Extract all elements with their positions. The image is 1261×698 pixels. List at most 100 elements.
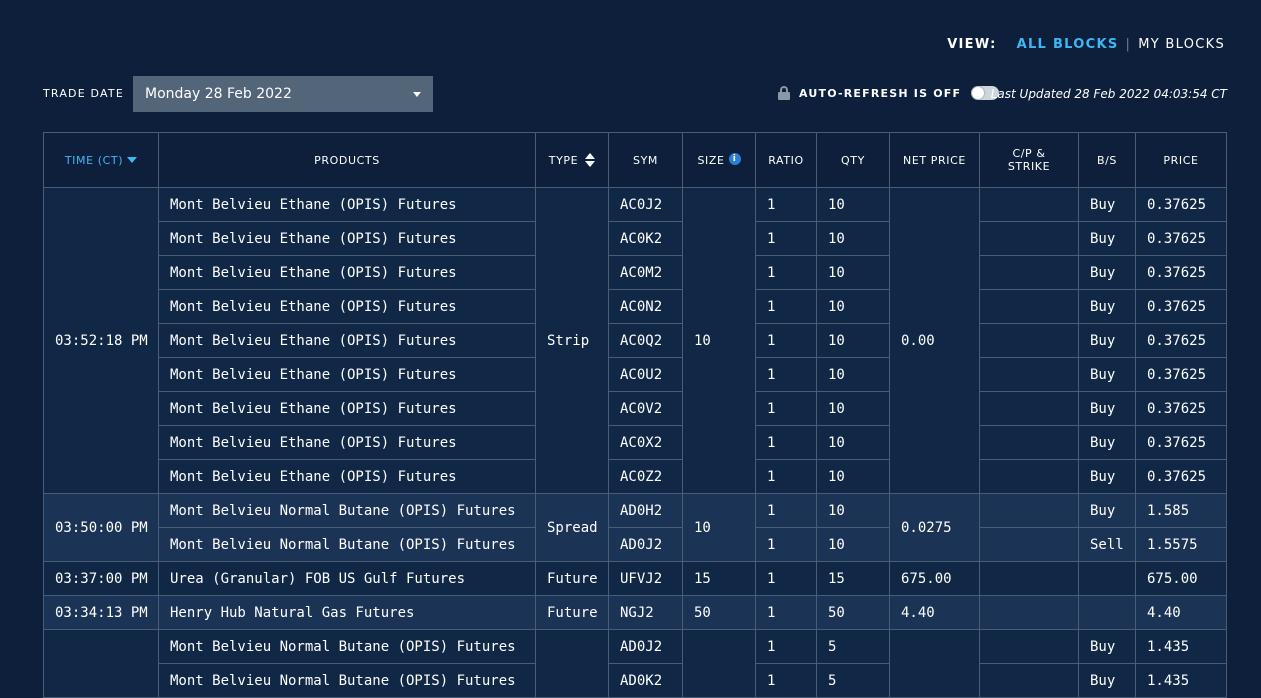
cell-qty: 10 <box>816 221 890 256</box>
col-type[interactable]: TYPE <box>535 132 609 188</box>
table-row[interactable]: 03:50:00 PM Mont Belvieu Normal Butane (O… <box>43 493 1227 562</box>
cell-price: 0.37625 <box>1135 459 1227 494</box>
cell-bs: Buy <box>1078 323 1136 358</box>
cell-product: Mont Belvieu Ethane (OPIS) Futures <box>158 357 536 392</box>
col-products-label: PRODUCTS <box>314 153 380 167</box>
cell-net-price: 4.40 <box>889 595 980 630</box>
view-separator: | <box>1125 37 1132 52</box>
cell-price: 0.37625 <box>1135 391 1227 426</box>
cell-cp-strike <box>979 357 1079 392</box>
table-row[interactable]: Mont Belvieu Ethane (OPIS) Futures AC0U2 1… <box>44 357 1227 392</box>
col-products[interactable]: PRODUCTS <box>158 132 536 188</box>
auto-refresh-control: AUTO-REFRESH IS OFF <box>778 86 1000 100</box>
lock-icon <box>778 86 790 100</box>
cell-qty: 10 <box>816 255 890 290</box>
cell-cp-strike <box>979 459 1079 494</box>
cell-price: 0.37625 <box>1135 255 1227 290</box>
cell-sym: AD0J2 <box>608 629 683 664</box>
table-row[interactable]: Mont Belvieu Ethane (OPIS) Futures AC0N2 1… <box>44 289 1227 324</box>
cell-price: 0.37625 <box>1135 289 1227 324</box>
sort-icon <box>585 153 596 167</box>
sort-desc-icon <box>127 157 138 163</box>
cell-product: Mont Belvieu Normal Butane (OPIS) Future… <box>158 629 536 664</box>
cell-bs <box>1078 595 1136 630</box>
toggle-knob <box>972 87 985 99</box>
cell-sym: AC0N2 <box>608 289 683 324</box>
chevron-down-icon <box>413 91 421 97</box>
cell-price: 1.585 <box>1135 493 1227 528</box>
table-row[interactable]: Mont Belvieu Ethane (OPIS) Futures AC0M2 1… <box>44 255 1227 290</box>
table-header-row: TIME (CT) PRODUCTS TYPE SYM SIZE i RATIO … <box>43 132 1227 188</box>
cell-bs: Buy <box>1078 493 1136 528</box>
cell-cp-strike <box>979 187 1079 222</box>
cell-size: 15 <box>682 561 756 596</box>
cell-cp-strike <box>979 493 1079 528</box>
cell-qty: 10 <box>816 425 890 460</box>
table-row[interactable]: Mont Belvieu Normal Butane (OPIS) Future… <box>43 629 1227 698</box>
info-icon[interactable]: i <box>728 152 741 165</box>
my-blocks-link[interactable]: MY BLOCKS <box>1138 37 1225 52</box>
cell-qty: 50 <box>816 595 890 630</box>
cell-ratio: 1 <box>755 221 817 256</box>
cell-net-price: 0.00 <box>889 187 980 494</box>
cell-product: Mont Belvieu Ethane (OPIS) Futures <box>158 255 536 290</box>
col-net-price[interactable]: NET PRICE <box>889 132 980 188</box>
col-ratio[interactable]: RATIO <box>755 132 817 188</box>
col-sym[interactable]: SYM <box>608 132 683 188</box>
table-row[interactable]: Mont Belvieu Normal Butane (OPIS) Future… <box>44 527 1227 562</box>
cell-bs: Buy <box>1078 289 1136 324</box>
table-row[interactable]: Mont Belvieu Ethane (OPIS) Futures AC0Z2 1… <box>44 459 1227 494</box>
cell-product: Henry Hub Natural Gas Futures <box>158 595 536 630</box>
cell-sym: AC0M2 <box>608 255 683 290</box>
cell-bs: Buy <box>1078 255 1136 290</box>
cell-sym: AC0J2 <box>608 187 683 222</box>
table-row[interactable]: Mont Belvieu Ethane (OPIS) Futures AC0Q2 1… <box>44 323 1227 358</box>
col-qty[interactable]: QTY <box>816 132 890 188</box>
cell-sym: AC0Z2 <box>608 459 683 494</box>
cell-ratio: 1 <box>755 595 817 630</box>
cell-ratio: 1 <box>755 187 817 222</box>
cell-sym: NGJ2 <box>608 595 683 630</box>
col-bs[interactable]: B/S <box>1078 132 1136 188</box>
cell-ratio: 1 <box>755 323 817 358</box>
cell-product: Mont Belvieu Ethane (OPIS) Futures <box>158 425 536 460</box>
cell-type: Future <box>535 595 609 630</box>
table-row[interactable]: 03:34:13 PM Henry Hub Natural Gas Futures… <box>43 595 1227 630</box>
col-time[interactable]: TIME (CT) <box>43 132 159 188</box>
col-net-price-label: NET PRICE <box>903 153 966 167</box>
col-cp-strike[interactable]: C/P & STRIKE <box>979 132 1079 188</box>
cell-price: 4.40 <box>1135 595 1227 630</box>
col-strike-label: STRIKE <box>1007 160 1051 173</box>
cell-product: Urea (Granular) FOB US Gulf Futures <box>158 561 536 596</box>
col-size[interactable]: SIZE i <box>682 132 756 188</box>
cell-net-price: 675.00 <box>889 561 980 596</box>
trade-date-value: Monday 28 Feb 2022 <box>145 86 292 102</box>
cell-price: 0.37625 <box>1135 187 1227 222</box>
cell-type: Future <box>535 561 609 596</box>
table-row[interactable]: Mont Belvieu Ethane (OPIS) Futures AC0X2 1… <box>44 425 1227 460</box>
cell-qty: 10 <box>816 187 890 222</box>
all-blocks-link[interactable]: ALL BLOCKS <box>1017 37 1119 52</box>
auto-refresh-label: AUTO-REFRESH IS OFF <box>799 86 962 100</box>
cell-qty: 15 <box>816 561 890 596</box>
trade-date-select[interactable]: Monday 28 Feb 2022 <box>133 76 433 112</box>
cell-time: 03:52:18 PM <box>43 187 159 494</box>
cell-qty: 10 <box>816 357 890 392</box>
table-row[interactable]: Mont Belvieu Ethane (OPIS) Futures AC0K2 1… <box>44 221 1227 256</box>
cell-cp-strike <box>979 561 1079 596</box>
col-time-label: TIME (CT) <box>64 153 124 167</box>
cell-price: 0.37625 <box>1135 425 1227 460</box>
cell-ratio: 1 <box>755 629 817 664</box>
cell-time: 03:34:13 PM <box>43 595 159 630</box>
cell-time <box>43 629 159 698</box>
cell-qty: 10 <box>816 289 890 324</box>
col-price[interactable]: PRICE <box>1135 132 1227 188</box>
cell-product: Mont Belvieu Normal Butane (OPIS) Future… <box>158 527 536 562</box>
cell-sym: AC0K2 <box>608 221 683 256</box>
cell-cp-strike <box>979 255 1079 290</box>
table-row[interactable]: 03:52:18 PM Mont Belvieu Ethane (OPIS) Fu… <box>43 187 1227 494</box>
table-row[interactable]: 03:37:00 PM Urea (Granular) FOB US Gulf F… <box>43 561 1227 596</box>
cell-cp-strike <box>979 595 1079 630</box>
table-row[interactable]: Mont Belvieu Ethane (OPIS) Futures AC0V2 1… <box>44 391 1227 426</box>
cell-bs: Buy <box>1078 221 1136 256</box>
